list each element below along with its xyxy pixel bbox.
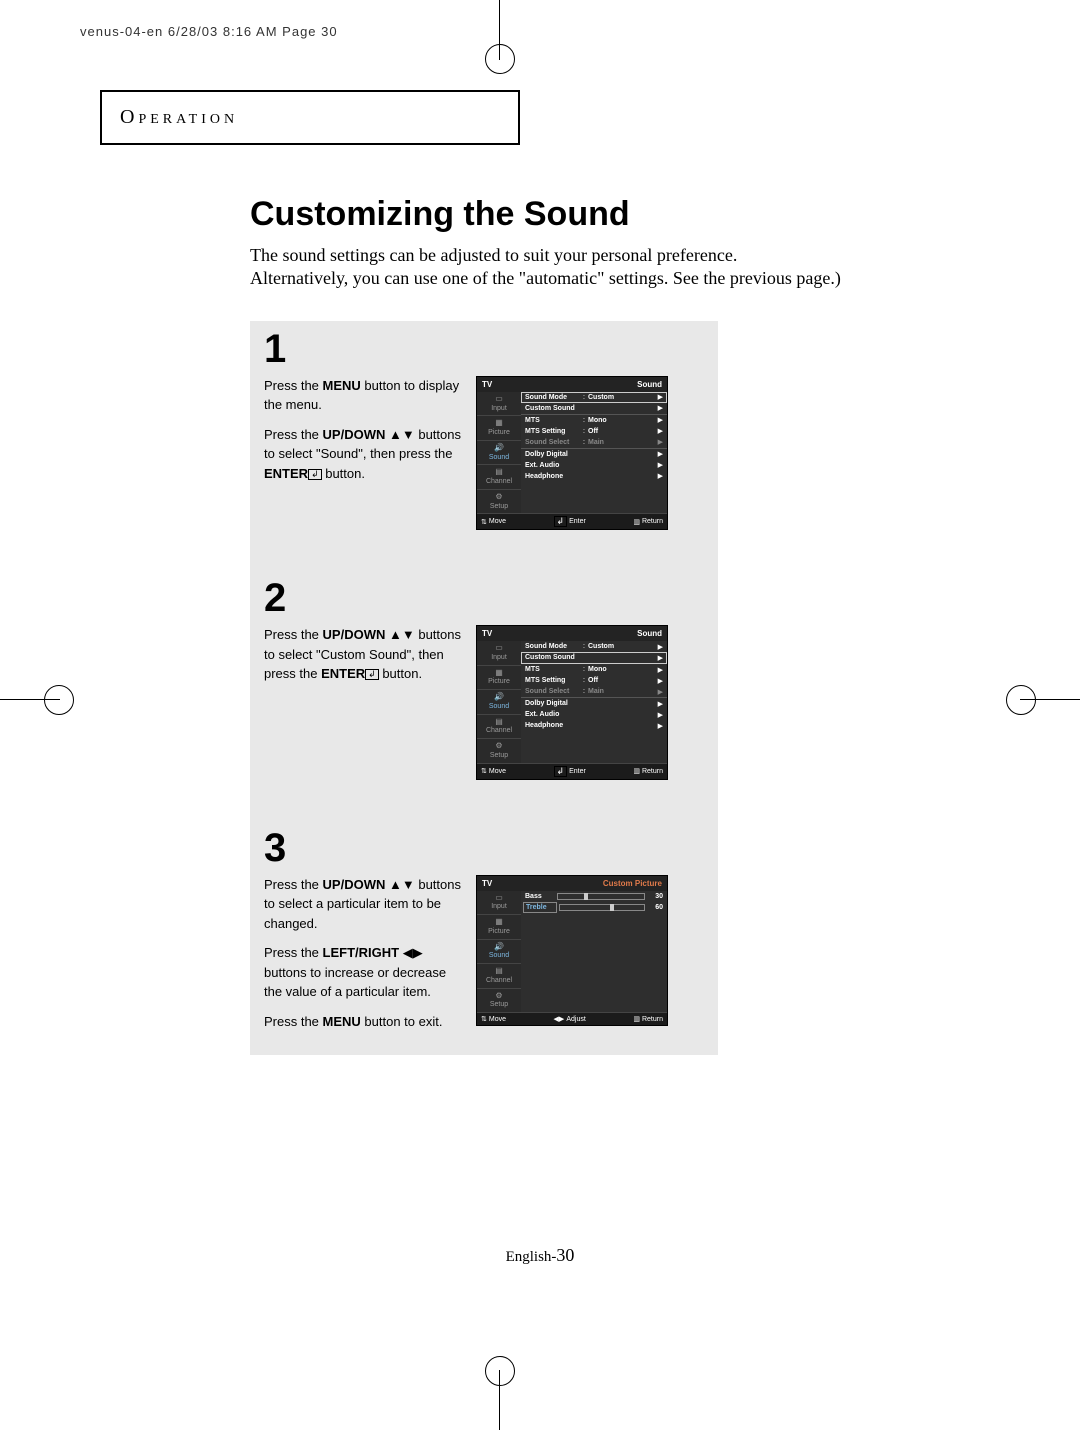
registration-mark-top bbox=[480, 0, 520, 60]
osd-side-channel: ▤Channel bbox=[477, 464, 521, 488]
osd-side-sound: 🔊Sound bbox=[477, 440, 521, 464]
intro-line-2: Alternatively, you can use one of the "a… bbox=[250, 268, 841, 288]
osd-menu-3: TV Custom Picture ▭Input ▦Picture 🔊Sound… bbox=[476, 875, 668, 1026]
osd-menu-2: TV Sound ▭Input ▦Picture 🔊Sound ▤Channel… bbox=[476, 625, 668, 779]
enter-icon: ↲ bbox=[554, 516, 568, 527]
step-number: 1 bbox=[264, 327, 704, 372]
step-number: 2 bbox=[264, 576, 704, 621]
sound-icon: 🔊 bbox=[494, 444, 504, 453]
move-icon: ⇅ bbox=[481, 518, 487, 526]
osd-side-picture: ▦Picture bbox=[477, 415, 521, 439]
osd-sidebar: ▭Input ▦Picture 🔊Sound ▤Channel ⚙Setup bbox=[477, 392, 521, 513]
slider-treble: Treble 60 bbox=[521, 902, 667, 913]
page-content: Operation Customizing the Sound The soun… bbox=[100, 90, 980, 1055]
osd-section-label: Sound bbox=[637, 380, 662, 389]
setup-icon: ⚙ bbox=[495, 493, 502, 502]
step-number: 3 bbox=[264, 826, 704, 871]
osd-tv-label: TV bbox=[482, 380, 492, 389]
steps-block: 1 Press the MENU button to display the m… bbox=[250, 321, 718, 1055]
channel-icon: ▤ bbox=[495, 468, 503, 477]
osd-side-setup: ⚙Setup bbox=[477, 489, 521, 513]
intro-line-1: The sound settings can be adjusted to su… bbox=[250, 245, 737, 265]
registration-mark-left bbox=[0, 680, 60, 720]
registration-mark-bottom bbox=[480, 1370, 520, 1430]
osd-main-1: Sound Mode:Custom▶ Custom Sound▶ MTS:Mon… bbox=[521, 392, 667, 513]
proof-header: venus-04-en 6/28/03 8:16 AM Page 30 bbox=[80, 24, 338, 39]
slider-bass: Bass 30 bbox=[521, 891, 667, 902]
osd-footer: ⇅Move ↲Enter ▥Return bbox=[477, 513, 667, 529]
step-3-text: Press the UP/DOWN ▲▼ buttons to select a… bbox=[264, 875, 464, 1042]
step-1: 1 Press the MENU button to display the m… bbox=[264, 321, 704, 530]
step-2: 2 Press the UP/DOWN ▲▼ buttons to select… bbox=[264, 570, 704, 779]
page-footer: English-30 bbox=[0, 1245, 1080, 1266]
input-icon: ▭ bbox=[495, 395, 503, 404]
section-label-box: Operation bbox=[100, 90, 520, 145]
osd-side-input: ▭Input bbox=[477, 392, 521, 415]
osd-menu-1: TV Sound ▭Input ▦Picture 🔊Sound ▤Channel… bbox=[476, 376, 668, 530]
step-3: 3 Press the UP/DOWN ▲▼ buttons to select… bbox=[264, 820, 704, 1042]
registration-mark-right bbox=[1020, 680, 1080, 720]
return-icon: ▥ bbox=[633, 518, 640, 526]
section-label: Operation bbox=[120, 106, 238, 128]
enter-icon: ↲ bbox=[308, 469, 322, 480]
enter-icon: ↲ bbox=[365, 669, 379, 680]
page-intro: The sound settings can be adjusted to su… bbox=[250, 244, 980, 291]
step-2-text: Press the UP/DOWN ▲▼ buttons to select "… bbox=[264, 625, 464, 694]
step-1-text: Press the MENU button to display the men… bbox=[264, 376, 464, 494]
page-title: Customizing the Sound bbox=[250, 195, 980, 234]
picture-icon: ▦ bbox=[495, 419, 503, 428]
